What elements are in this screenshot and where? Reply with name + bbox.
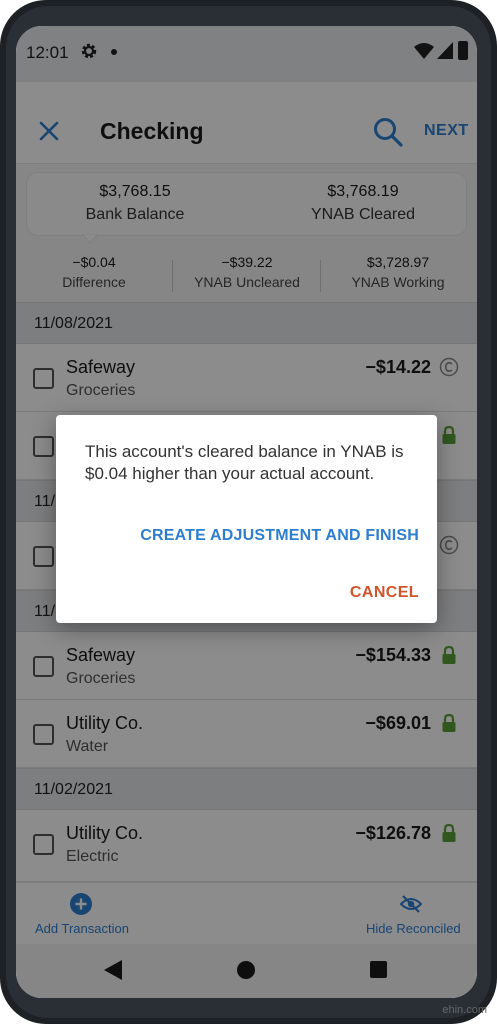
- create-adjustment-button[interactable]: CREATE ADJUSTMENT AND FINISH: [140, 527, 419, 545]
- reconcile-dialog: This account's cleared balance in YNAB i…: [56, 415, 437, 623]
- watermark: ehin.com: [442, 1004, 487, 1016]
- screen: 12:01 Checking NEXT $3,768.15 Bank Balan…: [16, 26, 477, 998]
- dialog-message: This account's cleared balance in YNAB i…: [85, 442, 404, 483]
- phone-frame: 12:01 Checking NEXT $3,768.15 Bank Balan…: [0, 0, 497, 1024]
- cancel-button[interactable]: CANCEL: [350, 584, 419, 602]
